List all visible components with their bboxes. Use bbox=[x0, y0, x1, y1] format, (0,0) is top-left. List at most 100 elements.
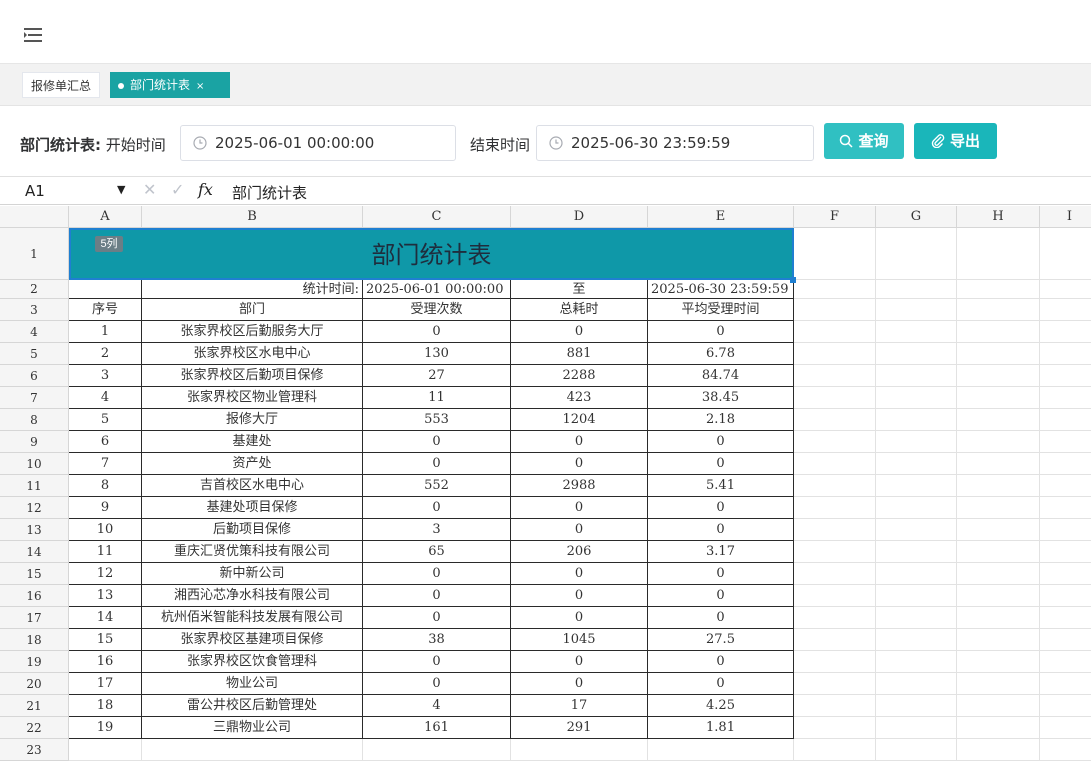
close-icon[interactable]: × bbox=[196, 81, 204, 92]
table-cell[interactable]: 2.18 bbox=[648, 409, 794, 431]
row-header[interactable]: 17 bbox=[0, 607, 69, 629]
table-cell[interactable]: 0 bbox=[648, 673, 794, 695]
stat-time-cell[interactable]: 至 bbox=[511, 280, 648, 299]
grid-cell[interactable] bbox=[876, 299, 957, 321]
table-cell[interactable]: 0 bbox=[648, 519, 794, 541]
grid-cell[interactable] bbox=[957, 343, 1040, 365]
table-cell[interactable]: 8 bbox=[69, 475, 142, 497]
table-cell[interactable]: 4 bbox=[363, 695, 511, 717]
row-header[interactable]: 1 bbox=[0, 228, 69, 280]
grid-cell[interactable] bbox=[957, 563, 1040, 585]
grid-cell[interactable] bbox=[876, 409, 957, 431]
table-cell[interactable]: 16 bbox=[69, 651, 142, 673]
grid-cell[interactable] bbox=[794, 519, 876, 541]
grid-cell[interactable] bbox=[1040, 541, 1091, 563]
end-time-picker[interactable]: 2025-06-30 23:59:59 bbox=[536, 125, 814, 161]
row-header[interactable]: 7 bbox=[0, 387, 69, 409]
table-cell[interactable]: 13 bbox=[69, 585, 142, 607]
table-cell[interactable]: 38 bbox=[363, 629, 511, 651]
dropdown-arrow-icon[interactable]: ▼ bbox=[117, 183, 125, 196]
table-header-cell[interactable]: 部门 bbox=[142, 299, 363, 321]
row-header[interactable]: 3 bbox=[0, 299, 69, 321]
table-cell[interactable]: 6.78 bbox=[648, 343, 794, 365]
tab-department-stats[interactable]: 部门统计表 × bbox=[110, 72, 230, 98]
grid-cell[interactable] bbox=[957, 431, 1040, 453]
table-cell[interactable]: 423 bbox=[511, 387, 648, 409]
table-cell[interactable]: 0 bbox=[511, 321, 648, 343]
row-header[interactable]: 10 bbox=[0, 453, 69, 475]
grid-cell[interactable] bbox=[876, 280, 957, 299]
grid-cell[interactable] bbox=[794, 299, 876, 321]
row-header[interactable]: 5 bbox=[0, 343, 69, 365]
grid-cell[interactable] bbox=[876, 563, 957, 585]
table-header-cell[interactable]: 平均受理时间 bbox=[648, 299, 794, 321]
grid-cell[interactable] bbox=[957, 739, 1040, 761]
table-cell[interactable]: 19 bbox=[69, 717, 142, 739]
table-cell[interactable]: 0 bbox=[363, 585, 511, 607]
table-header-cell[interactable]: 总耗时 bbox=[511, 299, 648, 321]
table-cell[interactable]: 1.81 bbox=[648, 717, 794, 739]
grid-cell[interactable] bbox=[876, 343, 957, 365]
row-header[interactable]: 23 bbox=[0, 739, 69, 761]
table-cell[interactable]: 吉首校区水电中心 bbox=[142, 475, 363, 497]
table-cell[interactable]: 0 bbox=[511, 651, 648, 673]
table-cell[interactable]: 张家界校区饮食管理科 bbox=[142, 651, 363, 673]
grid-cell[interactable] bbox=[876, 541, 957, 563]
row-header[interactable]: 9 bbox=[0, 431, 69, 453]
table-cell[interactable]: 物业公司 bbox=[142, 673, 363, 695]
grid-cell[interactable] bbox=[957, 453, 1040, 475]
grid-cell[interactable] bbox=[876, 321, 957, 343]
table-cell[interactable]: 38.45 bbox=[648, 387, 794, 409]
table-cell[interactable]: 0 bbox=[511, 563, 648, 585]
grid-cell[interactable] bbox=[957, 673, 1040, 695]
table-cell[interactable]: 0 bbox=[511, 519, 648, 541]
table-cell[interactable]: 11 bbox=[69, 541, 142, 563]
table-cell[interactable]: 张家界校区物业管理科 bbox=[142, 387, 363, 409]
table-cell[interactable]: 206 bbox=[511, 541, 648, 563]
table-cell[interactable]: 12 bbox=[69, 563, 142, 585]
row-header[interactable]: 22 bbox=[0, 717, 69, 739]
stat-time-cell[interactable]: 统计时间: bbox=[142, 280, 363, 299]
grid-cell[interactable] bbox=[876, 739, 957, 761]
column-header[interactable]: A bbox=[69, 206, 142, 228]
table-cell[interactable]: 雷公井校区后勤管理处 bbox=[142, 695, 363, 717]
column-header[interactable]: D bbox=[511, 206, 648, 228]
grid-cell[interactable] bbox=[957, 629, 1040, 651]
grid-cell[interactable] bbox=[69, 739, 142, 761]
grid-cell[interactable] bbox=[794, 409, 876, 431]
table-cell[interactable]: 湘西沁芯净水科技有限公司 bbox=[142, 585, 363, 607]
row-header[interactable]: 4 bbox=[0, 321, 69, 343]
grid-cell[interactable] bbox=[142, 739, 363, 761]
grid-cell[interactable] bbox=[1040, 717, 1091, 739]
grid-cell[interactable] bbox=[957, 519, 1040, 541]
grid-cell[interactable] bbox=[794, 453, 876, 475]
table-cell[interactable]: 27 bbox=[363, 365, 511, 387]
grid-cell[interactable] bbox=[794, 497, 876, 519]
table-cell[interactable]: 15 bbox=[69, 629, 142, 651]
table-header-cell[interactable]: 序号 bbox=[69, 299, 142, 321]
table-cell[interactable]: 三鼎物业公司 bbox=[142, 717, 363, 739]
table-cell[interactable]: 0 bbox=[363, 431, 511, 453]
table-cell[interactable]: 0 bbox=[648, 585, 794, 607]
grid-cell[interactable] bbox=[1040, 673, 1091, 695]
table-cell[interactable]: 17 bbox=[511, 695, 648, 717]
grid-cell[interactable] bbox=[876, 453, 957, 475]
grid-cell[interactable] bbox=[794, 629, 876, 651]
table-cell[interactable]: 11 bbox=[363, 387, 511, 409]
table-cell[interactable]: 新中新公司 bbox=[142, 563, 363, 585]
grid-cell[interactable] bbox=[957, 695, 1040, 717]
table-header-cell[interactable]: 受理次数 bbox=[363, 299, 511, 321]
table-cell[interactable]: 4 bbox=[69, 387, 142, 409]
grid-cell[interactable] bbox=[1040, 343, 1091, 365]
selection-fill-handle[interactable] bbox=[790, 277, 796, 283]
grid-cell[interactable] bbox=[794, 607, 876, 629]
grid-cell[interactable] bbox=[794, 280, 876, 299]
grid-cell[interactable] bbox=[794, 343, 876, 365]
table-cell[interactable]: 2288 bbox=[511, 365, 648, 387]
grid-cell[interactable] bbox=[1040, 607, 1091, 629]
grid-cell[interactable] bbox=[957, 541, 1040, 563]
grid-cell[interactable] bbox=[794, 563, 876, 585]
grid-cell[interactable] bbox=[876, 497, 957, 519]
grid-cell[interactable] bbox=[876, 695, 957, 717]
row-header[interactable]: 2 bbox=[0, 280, 69, 299]
